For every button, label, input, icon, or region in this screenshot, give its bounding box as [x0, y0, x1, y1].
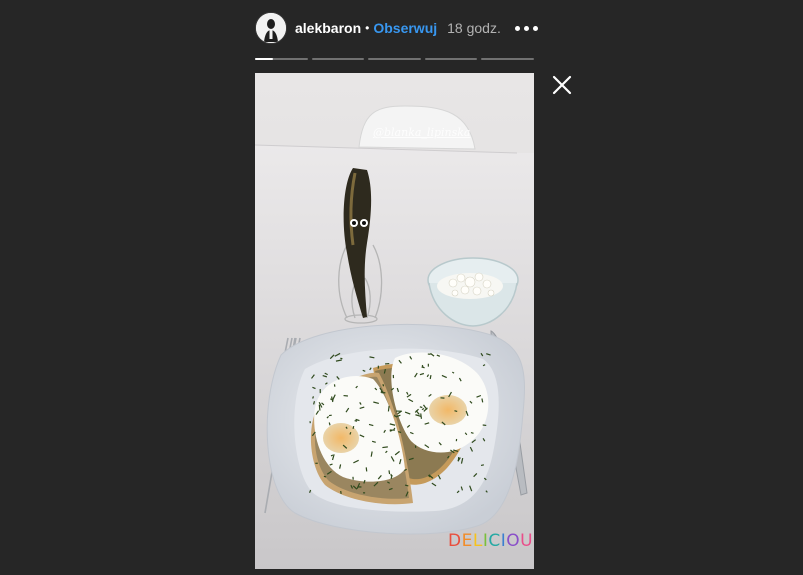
watermark-text: @blanka_lipinska: [373, 126, 471, 139]
story-photo: [255, 73, 534, 569]
sticker-letter: C: [488, 531, 501, 551]
more-dot: [532, 25, 538, 31]
username-link[interactable]: alekbaron: [295, 20, 361, 36]
more-dot: [514, 25, 520, 31]
progress-segment: [311, 58, 365, 60]
progress-segment: [255, 58, 308, 60]
story-image[interactable]: @blanka_lipinska DELICIOUS: [255, 73, 534, 569]
post-time: 18 godz.: [447, 20, 501, 36]
sticker-letter: D: [448, 531, 462, 551]
avatar-image: [256, 13, 286, 43]
sticker-letter: U: [520, 531, 534, 551]
story-progress: [255, 58, 534, 60]
more-options-icon[interactable]: [514, 25, 538, 31]
delicious-sticker: DELICIOUS: [448, 531, 534, 551]
story-header: alekbaron • Obserwuj 18 godz.: [255, 12, 538, 44]
avatar[interactable]: [255, 12, 287, 44]
sticker-letter: E: [461, 531, 473, 551]
story-viewer: alekbaron • Obserwuj 18 godz. @blanka_li…: [0, 0, 803, 575]
close-icon-glyph: [552, 75, 572, 95]
sticker-letter: S: [533, 531, 534, 551]
header-separator: •: [365, 21, 370, 35]
progress-segment: [481, 58, 534, 60]
close-icon[interactable]: [551, 74, 573, 96]
more-dot: [523, 25, 529, 31]
progress-fill: [255, 58, 274, 60]
follow-button[interactable]: Obserwuj: [373, 20, 437, 36]
progress-segment: [424, 58, 478, 60]
progress-segment: [368, 58, 421, 60]
sticker-letter: O: [506, 531, 521, 551]
sticker-letter: L: [472, 531, 483, 551]
